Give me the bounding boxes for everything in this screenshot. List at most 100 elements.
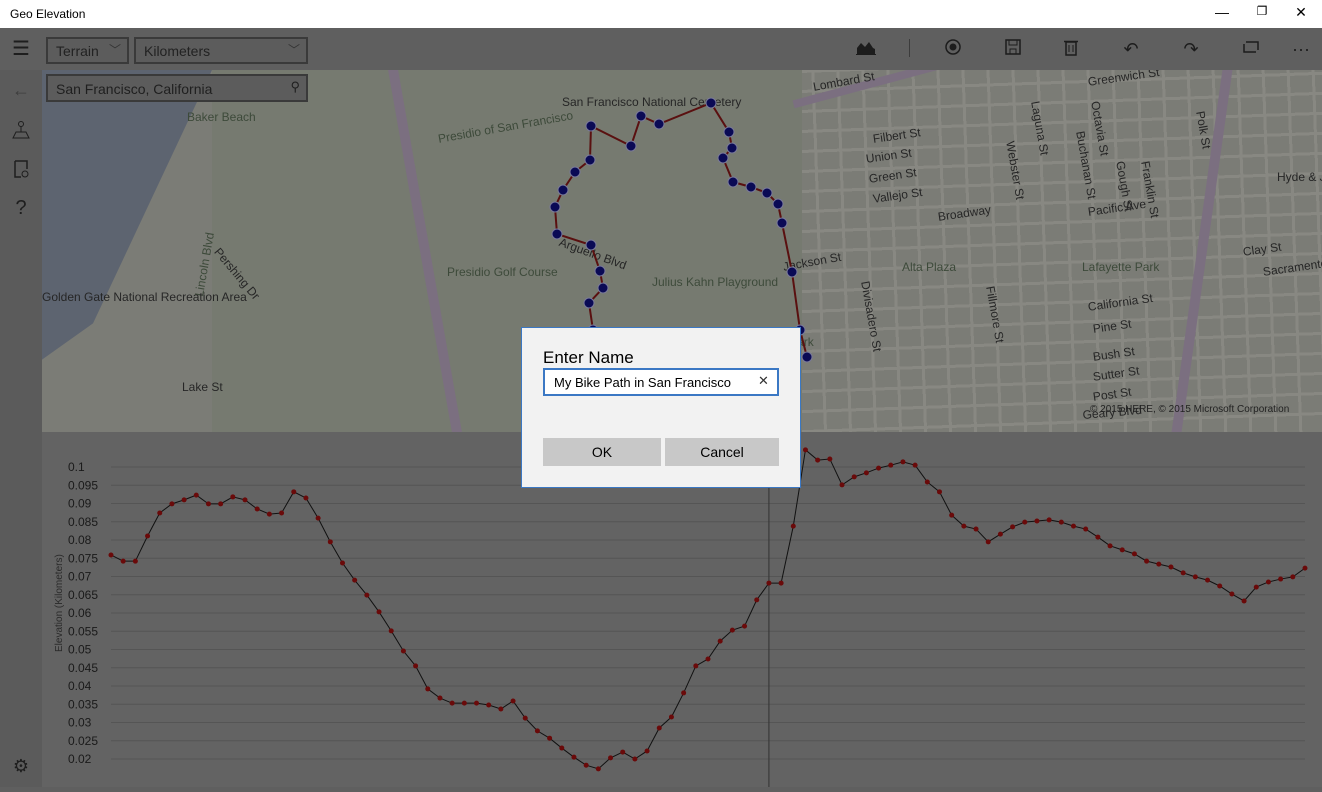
restore-button[interactable]: ❐ — [1252, 4, 1272, 24]
water-area — [42, 70, 212, 432]
elevation-point — [1266, 579, 1271, 584]
elevation-point — [194, 493, 199, 498]
map-label: Golden Gate National Recreation Area — [42, 290, 247, 304]
back-arrow-icon[interactable]: ← — [8, 80, 34, 106]
elevation-point — [571, 755, 576, 760]
elevation-point — [1132, 551, 1137, 556]
elevation-point — [840, 482, 845, 487]
elevation-point — [279, 510, 284, 515]
y-tick-label: 0.06 — [68, 606, 92, 620]
chevron-down-icon: ﹀ — [109, 41, 121, 58]
elevation-point — [876, 466, 881, 471]
elevation-point — [1290, 574, 1295, 579]
map-label: Lake St — [182, 380, 223, 394]
elevation-point — [998, 532, 1003, 537]
redo-icon[interactable]: ↷ — [1179, 38, 1203, 60]
elevation-point — [1181, 570, 1186, 575]
units-value: Kilometers — [144, 43, 210, 59]
elevation-point — [1095, 535, 1100, 540]
elevation-point — [157, 510, 162, 515]
map-label: Presidio Golf Course — [447, 265, 558, 279]
y-tick-label: 0.07 — [68, 570, 92, 584]
y-tick-label: 0.045 — [68, 661, 98, 675]
elevation-point — [742, 624, 747, 629]
elevation-point — [1217, 583, 1222, 588]
y-tick-label: 0.05 — [68, 643, 92, 657]
more-icon[interactable]: ··· — [1289, 38, 1313, 60]
elevation-point — [413, 663, 418, 668]
elevation-point — [669, 715, 674, 720]
undo-icon[interactable]: ↶ — [1119, 38, 1143, 60]
elevation-point — [121, 559, 126, 564]
title-bar: Geo Elevation — ❐ ✕ — [0, 0, 1322, 28]
ok-button[interactable]: OK — [543, 438, 661, 466]
elevation-point — [328, 539, 333, 544]
elevation-point — [596, 766, 601, 771]
map-label: Julius Kahn Playground — [652, 275, 778, 289]
y-tick-label: 0.08 — [68, 533, 92, 547]
elevation-point — [913, 463, 918, 468]
map-style-value: Terrain — [56, 43, 99, 59]
settings-gear-icon[interactable]: ⚙ — [8, 756, 34, 782]
units-select[interactable]: Kilometers ﹀ — [134, 37, 308, 64]
search-value: San Francisco, California — [56, 81, 212, 97]
help-icon[interactable]: ? — [8, 197, 34, 223]
elevation-point — [986, 539, 991, 544]
elevation-point — [535, 728, 540, 733]
search-icon[interactable]: ⚲ — [290, 79, 300, 95]
enter-name-dialog: Enter Name ✕ OK Cancel — [521, 327, 801, 488]
elevation-point — [632, 757, 637, 762]
minimize-button[interactable]: — — [1212, 4, 1232, 24]
map-style-select[interactable]: Terrain ﹀ — [46, 37, 129, 64]
elevation-point — [206, 501, 211, 506]
save-icon[interactable] — [1001, 38, 1025, 60]
elevation-point — [1034, 519, 1039, 524]
elevation-point — [1242, 598, 1247, 603]
elevation-point — [1229, 592, 1234, 597]
location-search-input[interactable]: San Francisco, California ⚲ — [46, 74, 308, 102]
elevation-point — [900, 459, 905, 464]
loop-icon[interactable] — [1239, 38, 1263, 60]
elevation-point — [316, 516, 321, 521]
y-tick-label: 0.085 — [68, 515, 98, 529]
map-label: Hyde & Jackson — [1277, 170, 1322, 184]
elevation-point — [766, 581, 771, 586]
close-button[interactable]: ✕ — [1291, 4, 1311, 24]
elevation-point — [1047, 517, 1052, 522]
elevation-point — [1071, 524, 1076, 529]
elevation-point — [827, 456, 832, 461]
hamburger-menu-icon[interactable]: ☰ — [8, 36, 34, 62]
y-tick-label: 0.025 — [68, 734, 98, 748]
elevation-point — [218, 501, 223, 506]
elevation-chart-icon[interactable] — [854, 38, 878, 60]
elevation-series-line — [111, 450, 1305, 769]
elevation-point — [1010, 524, 1015, 529]
elevation-point — [1278, 577, 1283, 582]
elevation-point — [169, 501, 174, 506]
elevation-point — [815, 458, 820, 463]
elevation-point — [949, 513, 954, 518]
elevation-point — [681, 690, 686, 695]
elevation-point — [657, 725, 662, 730]
sync-document-icon[interactable] — [8, 159, 34, 185]
elevation-point — [523, 716, 528, 721]
record-icon[interactable] — [941, 38, 965, 60]
window-title: Geo Elevation — [10, 7, 85, 21]
elevation-point — [864, 470, 869, 475]
chevron-down-icon: ﹀ — [288, 41, 300, 58]
elevation-point — [1193, 574, 1198, 579]
cancel-button[interactable]: Cancel — [665, 438, 779, 466]
clear-input-icon[interactable]: ✕ — [758, 373, 769, 389]
name-input[interactable] — [543, 368, 779, 396]
elevation-pin-icon[interactable] — [8, 120, 34, 146]
elevation-point — [1022, 520, 1027, 525]
map-copyright: © 2015 HERE, © 2015 Microsoft Corporatio… — [1090, 404, 1289, 415]
dialog-title: Enter Name — [543, 348, 634, 368]
elevation-point — [498, 706, 503, 711]
y-tick-label: 0.02 — [68, 752, 92, 766]
elevation-point — [937, 489, 942, 494]
map-label: Alta Plaza — [902, 260, 956, 274]
elevation-point — [754, 597, 759, 602]
elevation-point — [1108, 543, 1113, 548]
delete-icon[interactable] — [1059, 38, 1083, 60]
